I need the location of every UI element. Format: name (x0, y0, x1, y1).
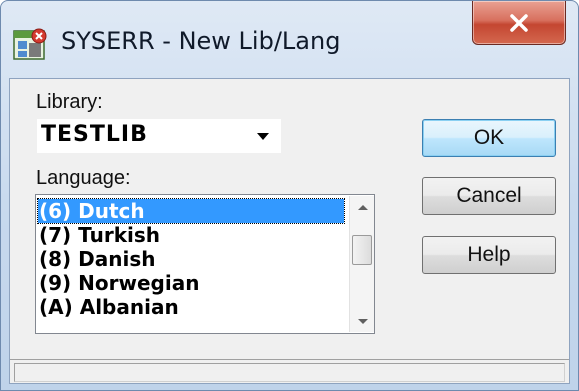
close-button[interactable] (472, 1, 566, 45)
list-item[interactable]: (6) Dutch (37, 198, 345, 224)
dialog-window: SYSERR - New Lib/Lang Library: TESTLIB L… (0, 0, 579, 391)
cancel-button[interactable]: Cancel (422, 177, 556, 215)
library-value: TESTLIB (41, 122, 148, 147)
ok-button[interactable]: OK (422, 119, 556, 157)
dropdown-arrow-icon[interactable] (257, 133, 269, 140)
window-title: SYSERR - New Lib/Lang (61, 27, 341, 55)
close-icon (510, 13, 528, 32)
list-item[interactable]: (9) Norwegian (38, 271, 344, 295)
title-bar[interactable]: SYSERR - New Lib/Lang (1, 1, 578, 79)
library-dropdown[interactable]: TESTLIB (37, 119, 281, 153)
list-item[interactable]: (A) Albanian (38, 295, 344, 319)
app-icon (13, 28, 47, 60)
scroll-up-arrow-icon[interactable] (350, 196, 374, 218)
scroll-down-arrow-icon[interactable] (350, 310, 374, 332)
status-bar (10, 359, 569, 383)
library-label: Library: (36, 91, 103, 113)
list-item[interactable]: (7) Turkish (38, 223, 344, 247)
language-label: Language: (36, 167, 131, 189)
status-panel (14, 363, 565, 382)
language-listbox[interactable]: (6) Dutch (7) Turkish (8) Danish (9) Nor… (35, 194, 375, 334)
help-button[interactable]: Help (422, 236, 556, 274)
listbox-scrollbar[interactable] (349, 196, 374, 332)
list-item[interactable]: (8) Danish (38, 247, 344, 271)
dialog-client-area: Library: TESTLIB Language: (6) Dutch (7)… (9, 78, 570, 384)
scrollbar-thumb[interactable] (352, 235, 372, 265)
